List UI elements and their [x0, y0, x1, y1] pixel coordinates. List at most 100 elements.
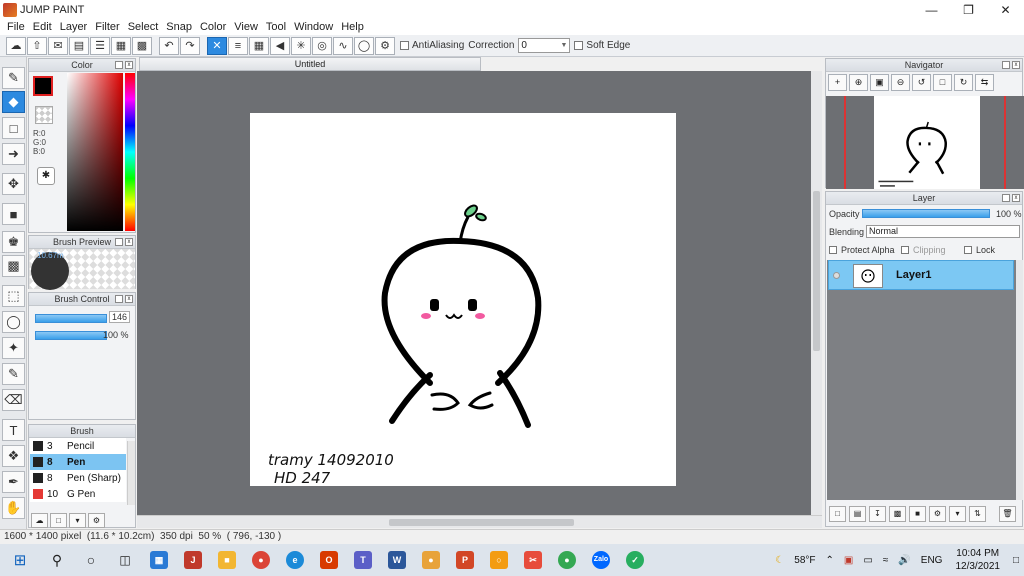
lock-checkbox[interactable]	[964, 246, 972, 254]
gradient-tool-icon[interactable]: ▩	[2, 255, 25, 277]
fill-rect-tool-icon[interactable]: ■	[2, 203, 25, 225]
brush-size-value[interactable]: 146	[109, 311, 131, 323]
visibility-icon[interactable]	[833, 272, 840, 279]
merge-down-icon[interactable]: ↧	[869, 506, 886, 522]
photos-icon[interactable]: ●	[414, 544, 448, 576]
volume-icon[interactable]: 🔊	[893, 555, 915, 566]
menu-window[interactable]: Window	[290, 21, 337, 33]
brush-item[interactable]: 3 Pencil	[30, 438, 126, 454]
zalo-icon[interactable]: Zalo	[584, 544, 618, 576]
redo-icon[interactable]: ↷	[180, 36, 200, 55]
folder-icon[interactable]: ■	[909, 506, 926, 522]
zoom-in-alt-icon[interactable]: ⊕	[849, 74, 868, 91]
brush-group-icon[interactable]: ☁	[31, 512, 48, 528]
menu-snap[interactable]: Snap	[162, 21, 196, 33]
panel-float-icon[interactable]	[115, 61, 123, 69]
zoom-out-icon[interactable]: ⊖	[891, 74, 910, 91]
menu-filter[interactable]: Filter	[91, 21, 123, 33]
layer-list-scrollbar[interactable]	[1016, 260, 1023, 500]
panel-float-icon[interactable]	[115, 295, 123, 303]
layer-move-icon[interactable]: ⇅	[969, 506, 986, 522]
select-eraser-tool-icon[interactable]: ⌫	[2, 389, 25, 411]
pen-tool-icon[interactable]: ✒	[2, 471, 25, 493]
menu-edit[interactable]: Edit	[29, 21, 56, 33]
brush-tool-icon[interactable]: ✎	[2, 67, 25, 89]
brush-item[interactable]: 10 G Pen	[30, 486, 126, 502]
blending-select[interactable]: Normal	[866, 225, 1020, 238]
layer-settings-icon[interactable]: ⚙	[929, 506, 946, 522]
panel-close-icon[interactable]: x	[125, 61, 133, 69]
layer-menu-icon[interactable]: ▾	[949, 506, 966, 522]
snap-circle-icon[interactable]: ◎	[312, 36, 332, 55]
eraser-tool-icon[interactable]: ◆	[2, 91, 25, 113]
menu-layer[interactable]: Layer	[56, 21, 92, 33]
menu-help[interactable]: Help	[337, 21, 368, 33]
panel-float-icon[interactable]	[115, 238, 123, 246]
menu-color[interactable]: Color	[196, 21, 230, 33]
undo-icon[interactable]: ↶	[159, 36, 179, 55]
document-tab[interactable]: Untitled	[139, 57, 481, 71]
shape-tool-icon[interactable]: □	[2, 117, 25, 139]
chrome-profile-icon[interactable]: ●	[550, 544, 584, 576]
notification-icon[interactable]: □	[1008, 555, 1024, 566]
store-icon[interactable]: ▦	[142, 544, 176, 576]
move-tool-icon[interactable]: ✥	[2, 173, 25, 195]
rotate-right-icon[interactable]: ↻	[954, 74, 973, 91]
panel-close-icon[interactable]: x	[125, 238, 133, 246]
snap-off-icon[interactable]: ✕	[207, 36, 227, 55]
scrollbar-thumb[interactable]	[389, 519, 574, 526]
layer-opacity-slider[interactable]	[862, 209, 990, 218]
antialiasing-checkbox[interactable]	[400, 41, 409, 50]
canvas-vertical-scrollbar[interactable]	[811, 71, 822, 515]
panel-close-icon[interactable]: x	[1012, 194, 1020, 202]
windows-start-icon[interactable]: ⊞	[0, 544, 40, 576]
wifi-icon[interactable]: ≈	[878, 555, 894, 566]
navigator-preview[interactable]	[826, 96, 1024, 189]
correction-select[interactable]: 0 ▼	[518, 38, 571, 53]
brush-size-slider[interactable]	[35, 314, 107, 323]
brush-item[interactable]: 8 Pen	[30, 454, 126, 470]
bucket-tool-icon[interactable]: ♚	[2, 231, 25, 253]
comment-icon[interactable]: ✉	[48, 36, 68, 55]
document-icon[interactable]: ▤	[69, 36, 89, 55]
brush-list-scrollbar[interactable]	[127, 441, 135, 505]
powerpoint-icon[interactable]: P	[448, 544, 482, 576]
panel-float-icon[interactable]	[1002, 61, 1010, 69]
canvas-paper[interactable]: tramy 14092010 HD 247	[250, 113, 676, 487]
search-icon[interactable]: ⚲	[40, 544, 74, 576]
teams-icon[interactable]: T	[346, 544, 380, 576]
cloud-icon[interactable]: ☁	[6, 36, 26, 55]
menu-select[interactable]: Select	[124, 21, 163, 33]
delete-layer-icon[interactable]: 🗑	[999, 506, 1016, 522]
panel-close-icon[interactable]: x	[125, 295, 133, 303]
grid-icon[interactable]: ▦	[111, 36, 131, 55]
minimize-button[interactable]: —	[913, 0, 950, 19]
reset-rotation-icon[interactable]: □	[933, 74, 952, 91]
screentone-layer-icon[interactable]: ▩	[889, 506, 906, 522]
foreground-color-swatch[interactable]	[33, 76, 53, 96]
share-icon[interactable]: ⇧	[27, 36, 47, 55]
cortana-icon[interactable]: ○	[74, 544, 108, 576]
jump-paint-taskbar-icon[interactable]: J	[176, 544, 210, 576]
canvas-horizontal-scrollbar[interactable]	[137, 515, 822, 528]
maximize-button[interactable]: ❐	[950, 0, 987, 19]
magic-wand-tool-icon[interactable]: ✦	[2, 337, 25, 359]
brush-opacity-slider[interactable]	[35, 331, 107, 340]
office-icon[interactable]: O	[312, 544, 346, 576]
clipping-checkbox[interactable]	[901, 246, 909, 254]
list-icon[interactable]: ☰	[90, 36, 110, 55]
saturation-value-picker[interactable]	[67, 73, 123, 231]
rotate-left-icon[interactable]: ↺	[912, 74, 931, 91]
zoom-in-icon[interactable]: +	[828, 74, 847, 91]
menu-view[interactable]: View	[230, 21, 262, 33]
snipping-tool-icon[interactable]: ✂	[516, 544, 550, 576]
panel-close-icon[interactable]: x	[1012, 61, 1020, 69]
snap-radial-icon[interactable]: ✳	[291, 36, 311, 55]
snap-grid-icon[interactable]: ▦	[249, 36, 269, 55]
chevron-up-icon[interactable]: ⌃	[821, 555, 839, 566]
brush-menu-icon[interactable]: ▾	[69, 512, 86, 528]
lasso-select-tool-icon[interactable]: ◯	[2, 311, 25, 333]
snap-curve-icon[interactable]: ∿	[333, 36, 353, 55]
snap-settings-icon[interactable]: ⚙	[375, 36, 395, 55]
menu-file[interactable]: File	[3, 21, 29, 33]
